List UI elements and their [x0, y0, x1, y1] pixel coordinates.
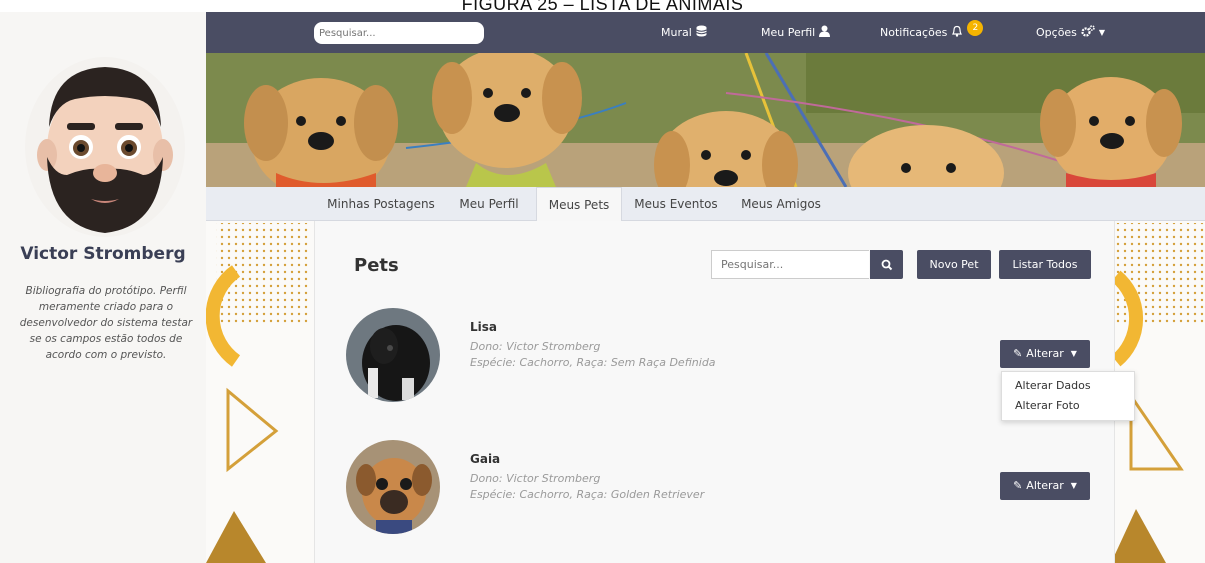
figure-caption-text: FIGURA 25 – LISTA DE ANIMAIS — [461, 0, 744, 12]
cover-banner — [206, 53, 1205, 187]
pets-search-input[interactable] — [711, 250, 869, 279]
nav-link-mural[interactable]: Mural — [661, 25, 707, 40]
alter-button-lisa[interactable]: ✎ Alterar ▼ — [1000, 340, 1090, 368]
nav-link-notificacoes[interactable]: Notificações 2 — [880, 19, 984, 40]
dropdown-item-alterar-dados[interactable]: Alterar Dados — [1015, 379, 1091, 392]
nav-link-opcoes-label: Opções — [1036, 26, 1077, 39]
profile-name: Victor Stromberg — [20, 244, 186, 264]
notification-count-badge: 2 — [967, 19, 984, 36]
dropdown-item-alterar-foto[interactable]: Alterar Foto — [1015, 399, 1080, 412]
nav-link-mural-label: Mural — [661, 26, 692, 39]
list-all-button[interactable]: Listar Todos — [999, 250, 1091, 279]
tab-meu-perfil[interactable]: Meu Perfil — [454, 187, 524, 221]
nav-link-meu-perfil[interactable]: Meu Perfil — [761, 25, 831, 40]
alter-dropdown-menu: Alterar Dados Alterar Foto — [1001, 371, 1135, 421]
alter-button-gaia[interactable]: ✎ Alterar ▼ — [1000, 472, 1090, 500]
top-navbar: Mural Meu Perfil Notificações 2 Opções ▼ — [206, 12, 1205, 53]
puppies-cover-image — [206, 53, 1205, 187]
chevron-down-icon: ▼ — [1070, 481, 1077, 490]
edit-icon: ✎ — [1013, 479, 1023, 492]
bearded-man-avatar-icon — [37, 67, 173, 233]
alter-button-label: Alterar — [1026, 479, 1064, 492]
database-icon — [696, 25, 707, 40]
pet-owner: Dono: Victor Stromberg — [470, 472, 601, 485]
new-pet-button[interactable]: Novo Pet — [917, 250, 991, 279]
pet-details: Espécie: Cachorro, Raça: Sem Raça Defini… — [470, 356, 716, 369]
profile-sidebar: Victor Stromberg Bibliografia do protóti… — [0, 12, 206, 563]
pet-name: Lisa — [470, 320, 497, 334]
cogs-icon — [1081, 25, 1095, 40]
tab-meus-pets[interactable]: Meus Pets — [536, 187, 622, 222]
figure-caption: FIGURA 25 – LISTA DE ANIMAIS — [0, 0, 1205, 12]
nav-link-meu-perfil-label: Meu Perfil — [761, 26, 816, 39]
pet-photo-lisa[interactable] — [346, 308, 440, 402]
tab-meus-amigos[interactable]: Meus Amigos — [736, 187, 826, 221]
chevron-down-icon: ▼ — [1098, 28, 1106, 37]
navbar-search-input[interactable] — [314, 22, 484, 44]
chevron-down-icon: ▼ — [1070, 349, 1077, 358]
edit-icon: ✎ — [1013, 347, 1023, 360]
pet-details: Espécie: Cachorro, Raça: Golden Retrieve… — [470, 488, 705, 501]
pet-photo-gaia[interactable] — [346, 440, 440, 534]
profile-bio: Bibliografia do protótipo. Perfil merame… — [19, 285, 193, 361]
avatar[interactable] — [25, 57, 185, 237]
user-icon — [819, 25, 831, 40]
pets-search-button[interactable] — [870, 250, 903, 279]
black-dog-photo-icon — [346, 308, 440, 402]
tab-minhas-postagens[interactable]: Minhas Postagens — [322, 187, 440, 221]
search-icon — [881, 259, 892, 270]
pets-title: Pets — [354, 255, 399, 276]
nav-link-opcoes[interactable]: Opções ▼ — [1036, 25, 1105, 40]
nav-link-notificacoes-label: Notificações — [880, 26, 948, 39]
tab-meus-eventos[interactable]: Meus Eventos — [630, 187, 722, 221]
pet-name: Gaia — [470, 452, 501, 466]
alter-button-label: Alterar — [1026, 347, 1064, 360]
bell-icon — [951, 25, 963, 40]
pug-dog-photo-icon — [346, 440, 440, 534]
profile-tabs: Minhas Postagens Meu Perfil Meus Pets Me… — [206, 187, 1205, 222]
pet-owner: Dono: Victor Stromberg — [470, 340, 601, 353]
pets-card: Pets Novo Pet Listar Todos Lisa Dono: Vi… — [314, 221, 1135, 563]
